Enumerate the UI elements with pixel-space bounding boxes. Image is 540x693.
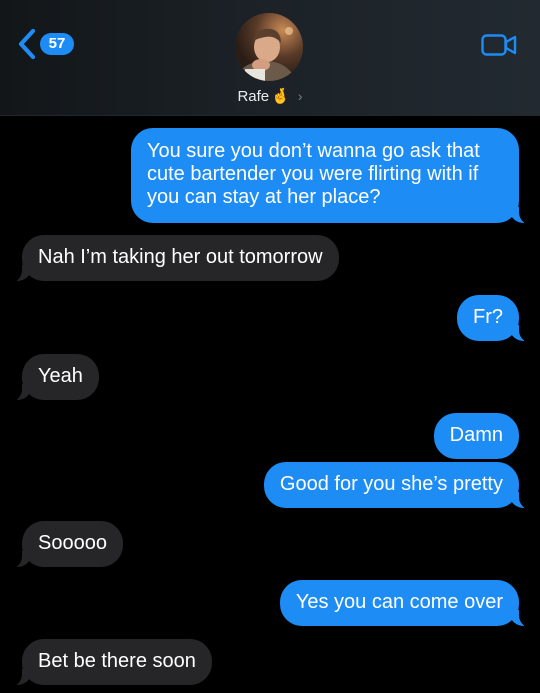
message-text: Yeah [38, 365, 83, 387]
incoming-message[interactable]: Yeah [10, 354, 99, 401]
avatar[interactable] [235, 13, 303, 81]
conversation-header: 57 Rafe 🤞 › [0, 0, 540, 116]
incoming-message[interactable]: Bet be there soon [10, 639, 212, 686]
video-call-button[interactable] [481, 34, 517, 61]
contact-name-button[interactable]: Rafe 🤞 › [0, 87, 540, 106]
message-line: you can stay at her place? [147, 186, 381, 208]
contact-name: Rafe [237, 87, 270, 105]
message-text: Sooooo [38, 532, 107, 554]
unread-count-badge: 57 [40, 33, 74, 55]
message-text: Yes you can come over [295, 591, 503, 613]
message-line: You sure you don’t wanna go ask that [147, 140, 480, 162]
outgoing-message[interactable]: You sure you don’t wanna go ask that cut… [131, 128, 531, 224]
incoming-message[interactable]: Nah I’m taking her out tomorrow [10, 235, 339, 282]
incoming-message[interactable]: Sooooo [10, 521, 123, 568]
chevron-right-icon: › [297, 88, 303, 104]
crossed-fingers-emoji: 🤞 [271, 88, 290, 105]
outgoing-message[interactable]: Good for you she’s pretty [263, 462, 532, 509]
message-text: Fr? [473, 306, 503, 328]
message-text: Damn [449, 424, 503, 446]
contact-photo [235, 13, 303, 81]
chevron-left-icon [18, 29, 36, 59]
outgoing-message[interactable]: Fr? [457, 295, 531, 342]
back-button[interactable]: 57 [18, 27, 74, 61]
outgoing-message[interactable]: Damn [433, 413, 519, 459]
message-text: Good for you she’s pretty [279, 473, 503, 495]
video-camera-icon [481, 34, 517, 56]
message-text: Bet be there soon [38, 650, 196, 672]
message-text: Nah I’m taking her out tomorrow [38, 246, 323, 268]
outgoing-message[interactable]: Yes you can come over [279, 580, 532, 627]
message-line: cute bartender you were flirting with if [147, 163, 479, 185]
